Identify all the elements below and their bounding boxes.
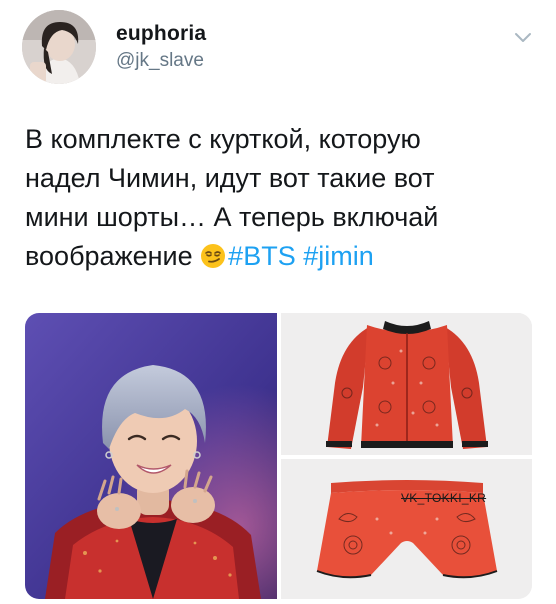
tweet-line-3: мини шорты… А теперь включай — [25, 202, 439, 232]
shorts-photo — [281, 459, 532, 599]
media-grid: VK_TOKKI_KR — [25, 313, 532, 599]
hashtag-bts[interactable]: #BTS — [228, 241, 296, 271]
chevron-down-icon[interactable] — [512, 26, 534, 48]
hashtag-jimin[interactable]: #jimin — [303, 241, 374, 271]
watermark-text: VK_TOKKI_KR — [401, 491, 487, 505]
display-name[interactable]: euphoria — [116, 22, 206, 46]
stage-photo — [25, 313, 277, 599]
tweet-line-2: надел Чимин, идут вот такие вот — [25, 163, 435, 193]
smirking-face-emoji — [200, 243, 226, 269]
tweet-line-4: воображение #BTS #jimin — [25, 237, 540, 276]
tweet-line-4-text: воображение — [25, 241, 193, 271]
jacket-photo — [281, 313, 532, 455]
media-photo-main[interactable] — [25, 313, 277, 599]
media-photo-jacket[interactable] — [281, 313, 532, 455]
tweet-text: В комплекте с курткой, которую надел Чим… — [25, 120, 540, 276]
avatar[interactable] — [22, 10, 96, 84]
media-photo-shorts[interactable]: VK_TOKKI_KR — [281, 459, 532, 599]
tweet-line-1: В комплекте с курткой, которую — [25, 124, 421, 154]
profile-avatar-image — [22, 10, 96, 84]
user-handle[interactable]: @jk_slave — [116, 50, 204, 72]
